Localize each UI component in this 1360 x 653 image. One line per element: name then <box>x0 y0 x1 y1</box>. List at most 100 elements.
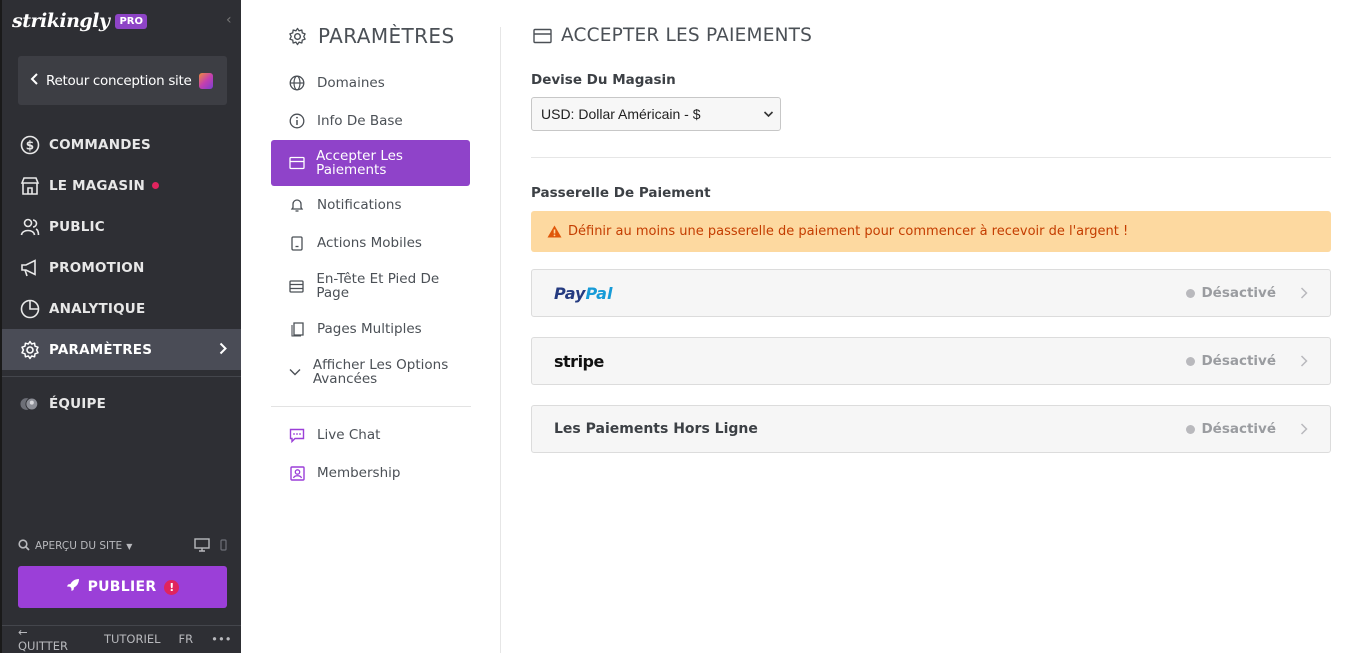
settings-item-paiements[interactable]: Accepter Les Paiements <box>271 140 470 186</box>
gateway-status: Désactivé <box>1186 285 1276 301</box>
mobile-icon <box>288 235 306 251</box>
gear-icon <box>288 27 307 46</box>
notification-dot <box>151 182 159 189</box>
panel-divider <box>500 27 501 653</box>
language-selector[interactable]: FR <box>179 632 194 646</box>
page-title-text: ACCEPTER LES PAIEMENTS <box>561 25 813 46</box>
paypal-logo: PayPal <box>554 284 612 303</box>
more-menu-icon[interactable]: ••• <box>211 632 231 646</box>
currency-label: Devise Du Magasin <box>531 72 676 88</box>
main-nav: $ COMMANDES LE MAGASIN PUBLIC PROMOTION <box>2 124 241 424</box>
megaphone-icon <box>20 258 40 278</box>
settings-item-label: Info De Base <box>317 113 403 129</box>
pages-icon <box>288 321 306 337</box>
settings-title: PARAMÈTRES <box>288 24 455 48</box>
users-icon <box>20 217 40 237</box>
status-text: Désactivé <box>1201 285 1276 301</box>
chevron-left-icon <box>30 72 39 89</box>
nav-item-parametres[interactable]: PARAMÈTRES <box>2 329 241 370</box>
back-to-editor-button[interactable]: Retour conception site <box>18 56 227 105</box>
nav-item-analytique[interactable]: ANALYTIQUE <box>2 288 241 329</box>
nav-item-public[interactable]: PUBLIC <box>2 206 241 247</box>
status-dot <box>1186 356 1196 366</box>
offline-payments-label: Les Paiements Hors Ligne <box>554 421 758 437</box>
pro-badge: PRO <box>115 13 147 29</box>
settings-item-mobile[interactable]: Actions Mobiles <box>271 224 470 262</box>
gateway-paypal[interactable]: PayPal Désactivé <box>531 269 1331 317</box>
settings-item-label: Live Chat <box>317 427 381 443</box>
globe-icon <box>288 75 306 91</box>
chat-icon <box>288 428 306 443</box>
settings-item-label: Membership <box>317 465 401 481</box>
settings-item-label: Notifications <box>317 197 402 213</box>
settings-item-membership[interactable]: Membership <box>271 454 470 492</box>
chevron-down-icon <box>288 368 302 376</box>
membership-icon <box>288 465 306 481</box>
chevron-down-icon <box>763 107 774 124</box>
settings-item-header-footer[interactable]: En-Tête Et Pied De Page <box>271 262 470 310</box>
gateway-offline[interactable]: Les Paiements Hors Ligne Désactivé <box>531 405 1331 453</box>
settings-item-info[interactable]: Info De Base <box>271 102 470 140</box>
editor-sticker-icon <box>198 72 213 89</box>
nav-item-commandes[interactable]: $ COMMANDES <box>2 124 241 165</box>
caret-down-icon: ▼ <box>126 541 133 551</box>
bell-icon <box>288 197 306 213</box>
chevron-right-icon <box>1300 352 1308 371</box>
gateway-label: Passerelle De Paiement <box>531 185 711 201</box>
collapse-sidebar-icon[interactable]: ‹ <box>226 12 232 28</box>
status-dot <box>1186 288 1196 298</box>
status-dot <box>1186 424 1196 434</box>
gateway-stripe[interactable]: stripe Désactivé <box>531 337 1331 385</box>
warning-banner: Définir au moins une passerelle de paiem… <box>531 211 1331 252</box>
nav-item-equipe[interactable]: ÉQUIPE <box>2 383 241 424</box>
card-icon <box>288 156 305 170</box>
quit-link[interactable]: ← QUITTER <box>18 625 86 653</box>
desktop-icon[interactable] <box>194 537 210 555</box>
chevron-right-icon <box>219 340 227 359</box>
settings-item-notifications[interactable]: Notifications <box>271 186 470 224</box>
settings-item-advanced[interactable]: Afficher Les Options Avancées <box>271 348 470 396</box>
status-text: Désactivé <box>1201 353 1276 369</box>
site-preview-row: APERÇU DU SITE ▼ <box>18 537 227 555</box>
settings-title-text: PARAMÈTRES <box>318 24 455 48</box>
gear-icon <box>20 340 40 360</box>
mobile-icon[interactable] <box>220 538 227 554</box>
settings-item-label: Pages Multiples <box>317 321 422 337</box>
chevron-right-icon <box>1300 284 1308 303</box>
settings-item-live-chat[interactable]: Live Chat <box>271 416 470 454</box>
settings-nav-divider <box>271 406 471 407</box>
nav-label: PARAMÈTRES <box>49 341 153 358</box>
nav-label: LE MAGASIN <box>49 177 145 194</box>
settings-extras-nav: Live Chat Membership <box>271 416 470 492</box>
nav-label: PUBLIC <box>49 218 105 235</box>
section-divider <box>531 157 1331 158</box>
settings-nav: Domaines Info De Base Accepter Les Paiem… <box>271 64 470 396</box>
settings-item-pages[interactable]: Pages Multiples <box>271 310 470 348</box>
site-preview-dropdown[interactable]: APERÇU DU SITE <box>35 540 122 552</box>
settings-item-domaines[interactable]: Domaines <box>271 64 470 102</box>
settings-item-label: En-Tête Et Pied De Page <box>316 271 440 301</box>
app-sidebar: strikingly PRO ‹ Retour conception site … <box>0 0 241 653</box>
info-icon <box>288 113 306 129</box>
settings-item-label: Actions Mobiles <box>317 235 422 251</box>
card-icon <box>533 28 552 44</box>
warning-text: Définir au moins une passerelle de paiem… <box>568 224 1129 239</box>
nav-item-magasin[interactable]: LE MAGASIN <box>2 165 241 206</box>
sidebar-footer: ← QUITTER TUTORIEL FR ••• <box>2 625 241 653</box>
brand[interactable]: strikingly PRO <box>12 8 147 34</box>
nav-item-promotion[interactable]: PROMOTION <box>2 247 241 288</box>
nav-label: PROMOTION <box>49 259 145 276</box>
tutorial-link[interactable]: TUTORIEL <box>104 632 161 646</box>
currency-select[interactable]: USD: Dollar Américain - $ <box>531 97 781 131</box>
nav-label: COMMANDES <box>49 136 151 153</box>
team-icon <box>20 394 40 414</box>
rocket-icon <box>66 578 80 596</box>
settings-item-label: Domaines <box>317 75 385 91</box>
arrow-left-icon: ← <box>18 624 28 639</box>
publish-button[interactable]: PUBLIER ! <box>18 566 227 608</box>
device-toggle <box>194 537 227 555</box>
logo: strikingly <box>12 10 110 32</box>
nav-divider <box>2 376 241 377</box>
store-icon <box>20 176 40 196</box>
alert-badge: ! <box>164 579 180 595</box>
